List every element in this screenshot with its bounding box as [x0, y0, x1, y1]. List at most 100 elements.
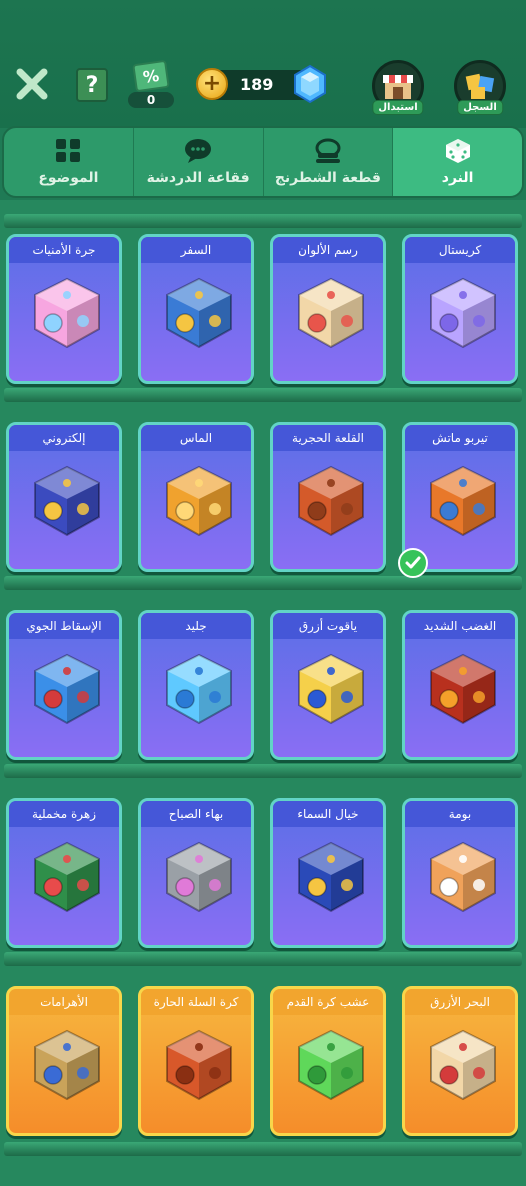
dice-card[interactable]: إلكتروني	[6, 422, 122, 572]
bus-dice-icon	[166, 277, 232, 349]
close-icon	[16, 68, 48, 100]
dice-card-title: جليد	[141, 613, 251, 639]
history-label: السجل	[457, 100, 503, 115]
help-icon: ?	[85, 72, 99, 98]
shelf-divider	[4, 576, 522, 590]
sky-fantasy-dice-icon	[298, 841, 364, 913]
shop-label: استبدال	[372, 100, 424, 115]
dice-card[interactable]: رسم الألوان	[270, 234, 386, 384]
tab-label: فقاعة الدردشة	[146, 170, 250, 186]
pyramid-dice-icon	[34, 1029, 100, 1101]
tab-label: النرد	[441, 170, 474, 186]
shelf-divider	[4, 952, 522, 966]
gem-icon	[294, 64, 326, 104]
dice-card[interactable]: خيال السماء	[270, 798, 386, 948]
dice-card[interactable]: زهرة مخملية	[6, 798, 122, 948]
coin-value: 189	[240, 75, 274, 94]
shop-exchange-button[interactable]: استبدال	[372, 60, 424, 115]
dice-card-title: الغضب الشديد	[405, 613, 515, 639]
dice-card[interactable]: كرة السلة الحارة	[138, 986, 254, 1136]
close-button[interactable]	[12, 64, 52, 104]
dice-card-title: القلعة الحجرية	[273, 425, 383, 451]
selected-check-icon	[398, 548, 428, 578]
stone-castle-dice-icon	[298, 465, 364, 537]
history-button[interactable]: السجل	[454, 60, 506, 115]
dice-card-title: الأهرامات	[9, 989, 119, 1015]
dice-card-title: خيال السماء	[273, 801, 383, 827]
dice-card[interactable]: السفر	[138, 234, 254, 384]
dice-row: الإسقاط الجوي جليد ياقوت أزرق الغضب الشديد	[6, 610, 520, 760]
morning-glory-dice-icon	[166, 841, 232, 913]
dice-card[interactable]: بومة	[402, 798, 518, 948]
tab-chat-bubble[interactable]: فقاعة الدردشة	[134, 128, 264, 196]
dice-card[interactable]: الغضب الشديد	[402, 610, 518, 760]
dice-card[interactable]: عشب كرة القدم	[270, 986, 386, 1136]
category-tabs: الموضوع فقاعة الدردشة قطعة الشطرنج النرد	[2, 126, 524, 198]
dice-card[interactable]: بهاء الصباح	[138, 798, 254, 948]
grid-icon	[53, 138, 83, 164]
coupon-count: 0	[128, 92, 174, 108]
dice-card-title: بومة	[405, 801, 515, 827]
top-bar: ? % 0 + 189 استبدال السجل	[0, 0, 526, 128]
blue-sea-dice-icon	[430, 1029, 496, 1101]
dice-card[interactable]: البحر الأزرق	[402, 986, 518, 1136]
help-button[interactable]: ?	[76, 68, 108, 102]
dice-card-title: بهاء الصباح	[141, 801, 251, 827]
chess-piece-icon	[313, 138, 343, 164]
tab-chess-piece[interactable]: قطعة الشطرنج	[264, 128, 394, 196]
crystal-dice-icon	[430, 277, 496, 349]
dice-icon	[443, 138, 473, 164]
velvet-flower-dice-icon	[34, 841, 100, 913]
dice-row: إلكتروني الماس القلعة الحجرية تيربو ماتش	[6, 422, 520, 578]
dice-card-title: السفر	[141, 237, 251, 263]
ice-dice-icon	[166, 653, 232, 725]
diamond-dice-icon	[166, 465, 232, 537]
sapphire-dice-icon	[298, 653, 364, 725]
dice-card[interactable]: جليد	[138, 610, 254, 760]
plus-icon: +	[202, 71, 222, 96]
dice-card-title: رسم الألوان	[273, 237, 383, 263]
tab-label: قطعة الشطرنج	[274, 170, 381, 186]
tab-dice[interactable]: النرد	[393, 128, 522, 196]
electronic-dice-icon	[34, 465, 100, 537]
chat-bubble-icon	[183, 138, 213, 164]
dice-row: الأهرامات كرة السلة الحارة عشب كرة القدم ال…	[6, 986, 520, 1136]
shelf-divider	[4, 1142, 522, 1156]
tab-theme[interactable]: الموضوع	[4, 128, 134, 196]
dice-card-title: كريستال	[405, 237, 515, 263]
dice-card-title: ياقوت أزرق	[273, 613, 383, 639]
owl-dice-icon	[430, 841, 496, 913]
dice-card[interactable]: جرة الأمنيات	[6, 234, 122, 384]
add-coins-button[interactable]: +	[196, 68, 228, 100]
dice-card[interactable]: الإسقاط الجوي	[6, 610, 122, 760]
dice-card-title: الماس	[141, 425, 251, 451]
dice-row: زهرة مخملية بهاء الصباح خيال السماء بومة	[6, 798, 520, 948]
tab-label: الموضوع	[38, 170, 99, 186]
dice-card-title: إلكتروني	[9, 425, 119, 451]
lava-dice-icon	[430, 653, 496, 725]
paint-dice-icon	[298, 277, 364, 349]
coupon-icon: %	[132, 59, 170, 93]
coupon-counter[interactable]: % 0	[128, 59, 174, 110]
dice-card-title: الإسقاط الجوي	[9, 613, 119, 639]
shelf-divider	[4, 764, 522, 778]
dice-card-title: تيربو ماتش	[405, 425, 515, 451]
coupon-symbol: %	[141, 65, 161, 87]
coin-balance: + 189	[196, 64, 326, 104]
dice-card[interactable]: الماس	[138, 422, 254, 572]
dice-card-title: عشب كرة القدم	[273, 989, 383, 1015]
wish-jar-dice-icon	[34, 277, 100, 349]
airdrop-dice-icon	[34, 653, 100, 725]
turbo-match-dice-icon	[430, 465, 496, 537]
dice-card-title: زهرة مخملية	[9, 801, 119, 827]
shelf-divider	[4, 388, 522, 402]
dice-card[interactable]: ياقوت أزرق	[270, 610, 386, 760]
dice-card-title: كرة السلة الحارة	[141, 989, 251, 1015]
football-dice-icon	[298, 1029, 364, 1101]
dice-card-title: البحر الأزرق	[405, 989, 515, 1015]
dice-card[interactable]: كريستال	[402, 234, 518, 384]
dice-card-title: جرة الأمنيات	[9, 237, 119, 263]
dice-card[interactable]: القلعة الحجرية	[270, 422, 386, 572]
dice-collection: جرة الأمنيات السفر رسم الألوان كريستال إلكتر…	[0, 200, 526, 1186]
dice-card[interactable]: الأهرامات	[6, 986, 122, 1136]
